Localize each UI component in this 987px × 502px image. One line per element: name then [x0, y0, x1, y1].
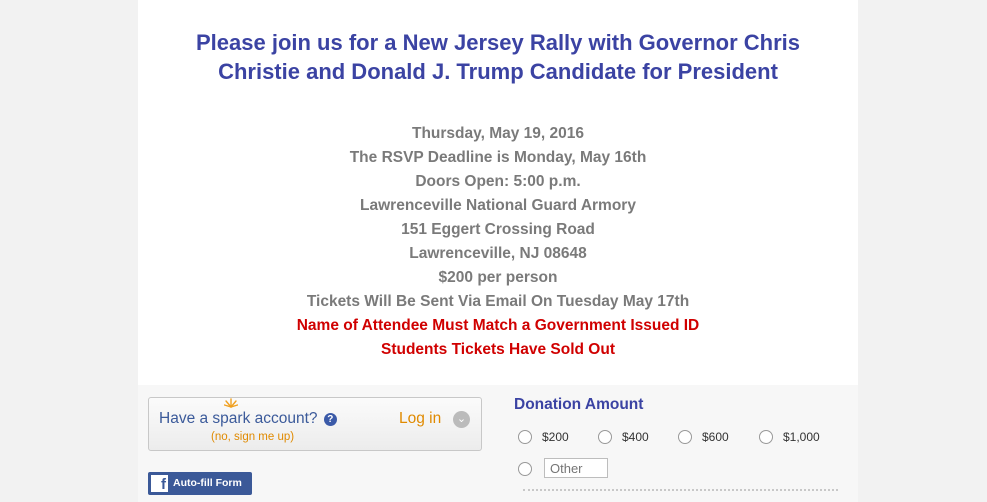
- page-title: Please join us for a New Jersey Rally wi…: [196, 30, 800, 84]
- divider: [523, 489, 838, 491]
- sign-me-up-link[interactable]: (no, sign me up): [211, 431, 294, 443]
- login-link[interactable]: Log in: [399, 410, 441, 428]
- donation-option-label: $400: [622, 429, 649, 444]
- rsvp-deadline: The RSVP Deadline is Monday, May 16th: [349, 149, 647, 166]
- spark-account-box: Have a spark account? ? (no, sign me up)…: [148, 397, 482, 451]
- donation-form: Have a spark account? ? (no, sign me up)…: [138, 385, 858, 502]
- donation-option-other[interactable]: [518, 461, 542, 476]
- radio-1000[interactable]: [759, 429, 773, 444]
- donation-amount-title: Donation Amount: [514, 396, 644, 413]
- autofill-label: Auto-fill Form: [173, 477, 242, 489]
- radio-400[interactable]: [598, 429, 612, 444]
- radio-200[interactable]: [518, 429, 532, 444]
- invitation-card: Please join us for a New Jersey Rally wi…: [138, 0, 858, 385]
- spark-brand: spark: [212, 398, 251, 427]
- doors-open: Doors Open: 5:00 p.m.: [415, 173, 581, 190]
- ticket-delivery: Tickets Will Be Sent Via Email On Tuesda…: [306, 293, 690, 310]
- venue-street: 151 Eggert Crossing Road: [401, 221, 595, 238]
- donation-option-label: $1,000: [783, 429, 820, 444]
- spark-prompt-prefix: Have a: [159, 410, 213, 427]
- radio-600[interactable]: [678, 429, 692, 444]
- spark-burst-icon: [224, 398, 239, 408]
- question-circle-icon[interactable]: ?: [323, 413, 337, 426]
- sold-out-notice: Students Tickets Have Sold Out: [381, 341, 615, 358]
- other-amount-input[interactable]: [544, 458, 608, 478]
- spark-prompt-suffix: account?: [250, 410, 318, 427]
- donation-option-200[interactable]: $200: [518, 429, 569, 444]
- donation-option-600[interactable]: $600: [678, 429, 729, 444]
- venue-city: Lawrenceville, NJ 08648: [409, 245, 587, 262]
- event-date: Thursday, May 19, 2016: [411, 125, 585, 142]
- id-notice: Name of Attendee Must Match a Government…: [296, 317, 700, 334]
- donation-option-400[interactable]: $400: [598, 429, 649, 444]
- ticket-price: $200 per person: [438, 269, 558, 286]
- donation-option-1000[interactable]: $1,000: [759, 429, 820, 444]
- spark-brand-label: spark: [212, 410, 251, 427]
- donation-option-label: $200: [542, 429, 569, 444]
- radio-other[interactable]: [518, 461, 532, 476]
- chevron-down-icon[interactable]: ⌄: [453, 411, 470, 428]
- facebook-icon: f: [151, 475, 168, 493]
- event-details: Thursday, May 19, 2016 The RSVP Deadline…: [138, 122, 858, 362]
- donation-option-label: $600: [702, 429, 729, 444]
- spark-prompt: Have a spark account? ?: [159, 398, 337, 428]
- venue-name: Lawrenceville National Guard Armory: [360, 197, 636, 214]
- facebook-autofill-button[interactable]: f Auto-fill Form: [148, 472, 252, 495]
